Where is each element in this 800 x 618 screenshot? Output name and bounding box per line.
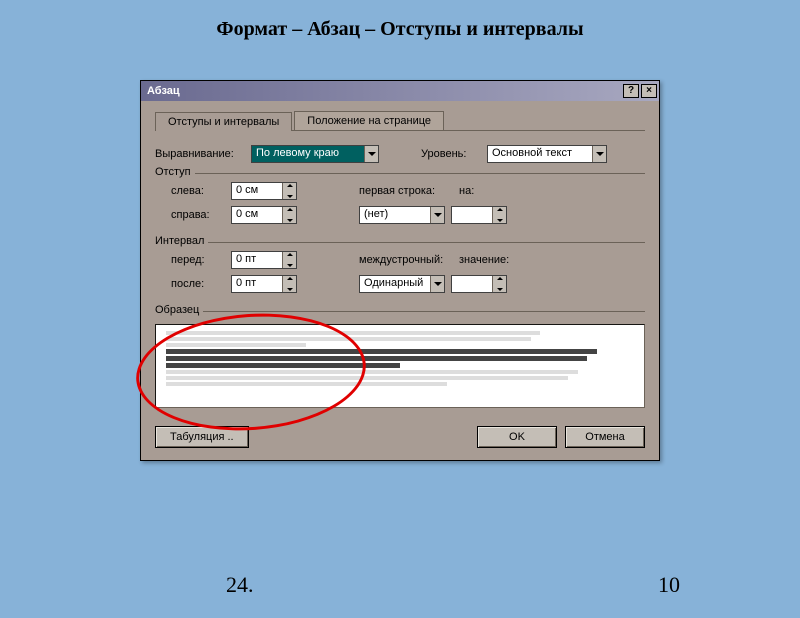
spinner-icon[interactable]: [282, 207, 296, 223]
firstline-combo[interactable]: (нет): [359, 206, 445, 224]
indent-group: Отступ слева: 0 см первая строка: на: сп…: [155, 173, 645, 232]
indent-right-value: 0 см: [232, 207, 282, 223]
tab-strip: Отступы и интервалы Положение на страниц…: [155, 111, 645, 131]
alignment-label: Выравнивание:: [155, 148, 245, 160]
alignment-value: По левому краю: [252, 146, 364, 162]
alignment-combo[interactable]: По левому краю: [251, 145, 379, 163]
indent-right-label: справа:: [155, 209, 225, 221]
linespacing-label: междустрочный:: [359, 254, 453, 266]
preview-legend: Образец: [155, 304, 203, 316]
spacing-group: Интервал перед: 0 пт междустрочный: знач…: [155, 242, 645, 301]
before-field[interactable]: 0 пт: [231, 251, 297, 269]
indent-left-field[interactable]: 0 см: [231, 182, 297, 200]
at-label: значение:: [459, 254, 509, 266]
by-value: [452, 207, 492, 223]
before-value: 0 пт: [232, 252, 282, 268]
level-combo[interactable]: Основной текст: [487, 145, 607, 163]
spacing-legend: Интервал: [155, 235, 208, 247]
after-value: 0 пт: [232, 276, 282, 292]
indent-right-field[interactable]: 0 см: [231, 206, 297, 224]
linespacing-value: Одинарный: [360, 276, 430, 292]
close-button[interactable]: ×: [641, 84, 657, 98]
preview-group: Образец: [155, 311, 645, 420]
chevron-down-icon[interactable]: [364, 146, 378, 162]
tabulation-button[interactable]: Табуляция ..: [155, 426, 249, 448]
tab-position[interactable]: Положение на странице: [294, 111, 444, 130]
titlebar: Абзац ? ×: [141, 81, 659, 101]
after-label: после:: [155, 278, 225, 290]
at-field[interactable]: [451, 275, 507, 293]
chevron-down-icon[interactable]: [430, 276, 444, 292]
after-field[interactable]: 0 пт: [231, 275, 297, 293]
firstline-value: (нет): [360, 207, 430, 223]
dialog-title: Абзац: [147, 85, 180, 97]
chevron-down-icon[interactable]: [430, 207, 444, 223]
by-label: на:: [459, 185, 489, 197]
ok-button[interactable]: OK: [477, 426, 557, 448]
indent-left-value: 0 см: [232, 183, 282, 199]
indent-legend: Отступ: [155, 166, 195, 178]
spinner-icon[interactable]: [282, 183, 296, 199]
cancel-button[interactable]: Отмена: [565, 426, 645, 448]
paragraph-dialog: Абзац ? × Отступы и интервалы Положение …: [140, 80, 660, 461]
before-label: перед:: [155, 254, 225, 266]
by-field[interactable]: [451, 206, 507, 224]
spinner-icon[interactable]: [282, 252, 296, 268]
firstline-label: первая строка:: [359, 185, 453, 197]
slide-title: Формат – Абзац – Отступы и интервалы: [0, 18, 800, 41]
spinner-icon[interactable]: [282, 276, 296, 292]
preview-box: [155, 324, 645, 408]
at-value: [452, 276, 492, 292]
spinner-icon[interactable]: [492, 207, 506, 223]
level-value: Основной текст: [488, 146, 592, 162]
help-button[interactable]: ?: [623, 84, 639, 98]
footer-left: 24.: [226, 572, 254, 598]
linespacing-combo[interactable]: Одинарный: [359, 275, 445, 293]
tab-indents[interactable]: Отступы и интервалы: [155, 112, 292, 131]
chevron-down-icon[interactable]: [592, 146, 606, 162]
spinner-icon[interactable]: [492, 276, 506, 292]
level-label: Уровень:: [421, 148, 481, 160]
indent-left-label: слева:: [155, 185, 225, 197]
footer-right: 10: [658, 572, 680, 598]
